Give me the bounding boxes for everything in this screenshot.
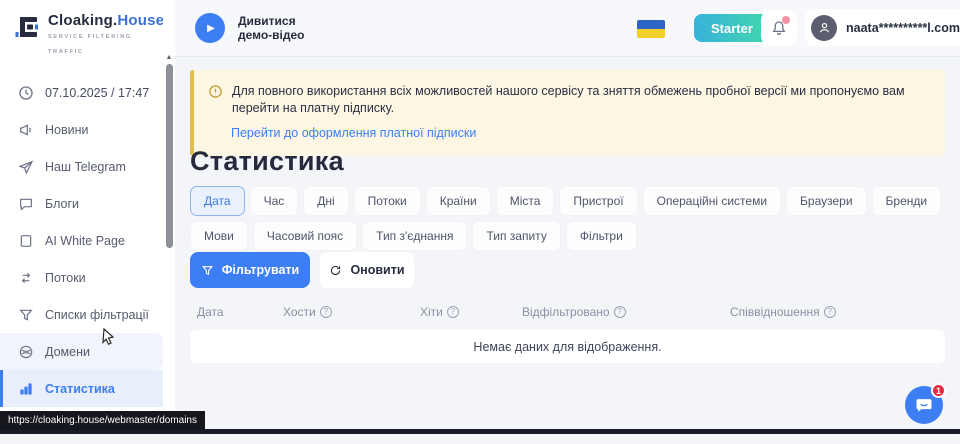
tab-date[interactable]: Дата bbox=[190, 186, 245, 216]
chat-unread-badge: 1 bbox=[931, 383, 946, 398]
help-icon[interactable]: ? bbox=[447, 306, 459, 318]
funnel-icon bbox=[201, 264, 214, 277]
sidebar-item-statistics[interactable]: Статистика bbox=[0, 370, 163, 407]
sidebar-datetime: 07.10.2025 / 17:47 bbox=[0, 74, 163, 111]
sidebar-item-domains[interactable]: Домени bbox=[0, 333, 163, 370]
tab-languages[interactable]: Мови bbox=[190, 221, 248, 251]
topbar: ▶ Дивитися демо-відео Starter naata*****… bbox=[175, 0, 960, 57]
brand-name: Cloaking.House bbox=[48, 12, 164, 29]
user-menu[interactable]: naata**********l.com bbox=[805, 9, 960, 46]
brand-logo-icon bbox=[13, 13, 41, 41]
sidebar-nav: 07.10.2025 / 17:47 Новини Наш Telegram Б… bbox=[0, 74, 163, 444]
globe-icon bbox=[17, 344, 34, 360]
column-date: Дата bbox=[197, 305, 283, 319]
column-ratio: Співвідношення ? bbox=[730, 305, 945, 319]
sidebar-item-blogs[interactable]: Блоги bbox=[0, 185, 163, 222]
tab-cities[interactable]: Міста bbox=[496, 186, 555, 216]
page-icon bbox=[17, 233, 34, 249]
plan-starter-button[interactable]: Starter bbox=[694, 14, 770, 42]
brand-logo[interactable]: Cloaking.House SERVICE FILTERING TRAFFIC bbox=[0, 0, 163, 60]
table-header: Дата Хости ? Хіти ? Відфільтровано ? Спі… bbox=[190, 305, 945, 319]
filter-button[interactable]: Фільтрувати bbox=[190, 252, 310, 288]
link-preview-statusbar: https://cloaking.house/webmaster/domains bbox=[0, 411, 205, 430]
scroll-up-icon[interactable]: ▲ bbox=[163, 53, 175, 63]
column-hosts: Хости ? bbox=[283, 305, 420, 319]
tab-countries[interactable]: Країни bbox=[426, 186, 491, 216]
tab-browsers[interactable]: Браузери bbox=[786, 186, 867, 216]
tab-request-type[interactable]: Тип запиту bbox=[472, 221, 560, 251]
sidebar-item-news[interactable]: Новини bbox=[0, 111, 163, 148]
swap-arrows-icon bbox=[17, 270, 34, 286]
tab-brands[interactable]: Бренди bbox=[872, 186, 942, 216]
sidebar-item-ai-white-page[interactable]: AI White Page bbox=[0, 222, 163, 259]
chat-icon bbox=[914, 395, 934, 415]
stats-tabs: Дата Час Дні Потоки Країни Міста Пристро… bbox=[190, 186, 950, 251]
brand-tagline: SERVICE FILTERING TRAFFIC bbox=[48, 30, 164, 60]
table-empty-state: Немає даних для відображення. bbox=[190, 330, 945, 363]
notification-dot bbox=[782, 16, 790, 24]
help-icon[interactable]: ? bbox=[824, 306, 836, 318]
watch-demo-button[interactable]: ▶ Дивитися демо-відео bbox=[195, 13, 305, 43]
chat-bubble-icon bbox=[17, 196, 34, 212]
sidebar-item-filter-lists[interactable]: Списки фільтрації bbox=[0, 296, 163, 333]
warning-icon bbox=[208, 84, 223, 117]
trial-warning-banner: Для повного використання всіх можливосте… bbox=[190, 70, 945, 156]
help-icon[interactable]: ? bbox=[614, 306, 626, 318]
tab-operating-systems[interactable]: Операційні системи bbox=[643, 186, 781, 216]
tab-connection-type[interactable]: Тип з'єднання bbox=[362, 221, 467, 251]
tab-timezone[interactable]: Часовий пояс bbox=[253, 221, 357, 251]
column-filtered: Відфільтровано ? bbox=[522, 305, 730, 319]
sidebar-item-flows[interactable]: Потоки bbox=[0, 259, 163, 296]
column-hits: Хіти ? bbox=[420, 305, 522, 319]
megaphone-icon bbox=[17, 122, 34, 138]
paper-plane-icon bbox=[17, 159, 34, 175]
bar-chart-icon bbox=[17, 381, 34, 397]
watch-demo-label: Дивитися демо-відео bbox=[238, 14, 305, 42]
ukraine-flag-icon[interactable] bbox=[637, 20, 665, 38]
sidebar-scrollbar: ▲ ▼ bbox=[163, 0, 175, 434]
upgrade-subscription-link[interactable]: Перейти до оформлення платної підписки bbox=[231, 126, 476, 140]
tab-days[interactable]: Дні bbox=[303, 186, 348, 216]
clock-icon bbox=[17, 85, 34, 101]
funnel-icon bbox=[17, 307, 34, 323]
avatar bbox=[811, 15, 837, 41]
page-title: Статистика bbox=[190, 146, 344, 177]
refresh-button[interactable]: Оновити bbox=[320, 252, 414, 288]
play-icon[interactable]: ▶ bbox=[195, 13, 225, 43]
banner-text: Для повного використання всіх можливосте… bbox=[232, 83, 927, 117]
tab-filters[interactable]: Фільтри bbox=[566, 221, 637, 251]
refresh-icon bbox=[329, 264, 342, 277]
sidebar: Cloaking.House SERVICE FILTERING TRAFFIC… bbox=[0, 0, 163, 434]
chat-widget-button[interactable]: 1 bbox=[905, 386, 943, 424]
sidebar-item-telegram[interactable]: Наш Telegram bbox=[0, 148, 163, 185]
help-icon[interactable]: ? bbox=[320, 306, 332, 318]
user-email: naata**********l.com bbox=[846, 21, 960, 35]
tab-flows[interactable]: Потоки bbox=[354, 186, 421, 216]
scrollbar-thumb[interactable] bbox=[166, 64, 173, 248]
notifications-button[interactable] bbox=[761, 10, 797, 46]
tab-time[interactable]: Час bbox=[250, 186, 299, 216]
tab-devices[interactable]: Пристрої bbox=[559, 186, 637, 216]
table-actions: Фільтрувати Оновити bbox=[190, 252, 414, 288]
